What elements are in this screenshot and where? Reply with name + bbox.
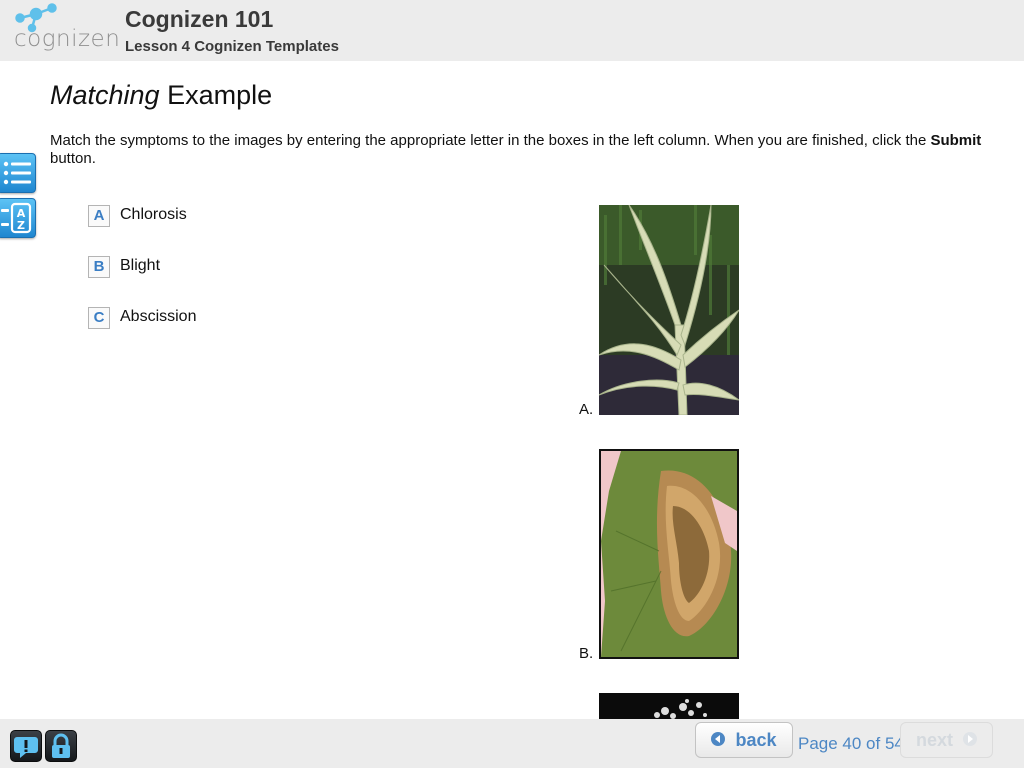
match-label-3: Abscission (120, 308, 197, 325)
image-label-b: B. (579, 645, 594, 662)
instructions-part-1: Match the symptoms to the images by ente… (50, 132, 931, 149)
next-button-label: next (915, 729, 953, 750)
next-button[interactable]: next (900, 722, 993, 758)
lesson-title: Lesson 4 Cognizen Templates (125, 38, 339, 55)
table-of-contents-button[interactable] (0, 153, 36, 193)
symptom-image-a (599, 205, 739, 415)
back-button[interactable]: back (695, 722, 793, 758)
instructions-part-2: button. (50, 150, 96, 167)
image-label-a: A. (579, 401, 594, 418)
back-button-label: back (735, 729, 777, 750)
match-answer-input-1[interactable] (88, 205, 110, 227)
next-arrow-icon (963, 731, 977, 746)
cognizen-logo: cognizen (6, 2, 121, 58)
help-button[interactable] (10, 730, 42, 762)
page-title-italic: Matching (50, 80, 160, 110)
match-answer-input-3[interactable] (88, 307, 110, 329)
match-label-2: Blight (120, 257, 161, 274)
padlock-icon (52, 733, 70, 758)
logo-wordmark: cognizen (14, 26, 121, 52)
glossary-button[interactable]: A Z (0, 198, 36, 238)
instructions-submit-word: Submit (930, 132, 982, 149)
back-arrow-icon (711, 731, 726, 746)
page-title: Matching Example (50, 80, 272, 111)
symptom-image-b (599, 449, 739, 659)
instructions-text: Match the symptoms to the images by ente… (50, 132, 1000, 168)
help-bubble-icon (14, 737, 38, 758)
a-z-glossary-icon: A Z (1, 202, 32, 234)
course-title: Cognizen 101 (125, 6, 274, 32)
svg-text:Z: Z (17, 219, 25, 232)
lock-button[interactable] (45, 730, 77, 762)
page-indicator: Page 40 of 54 (798, 734, 904, 753)
symptom-image-c (599, 693, 739, 719)
list-icon (3, 161, 31, 185)
match-label-1: Chlorosis (120, 206, 187, 223)
header: cognizen Cognizen 101 Lesson 4 Cognizen … (0, 0, 1024, 61)
page-title-rest: Example (159, 80, 273, 110)
match-answer-input-2[interactable] (88, 256, 110, 278)
